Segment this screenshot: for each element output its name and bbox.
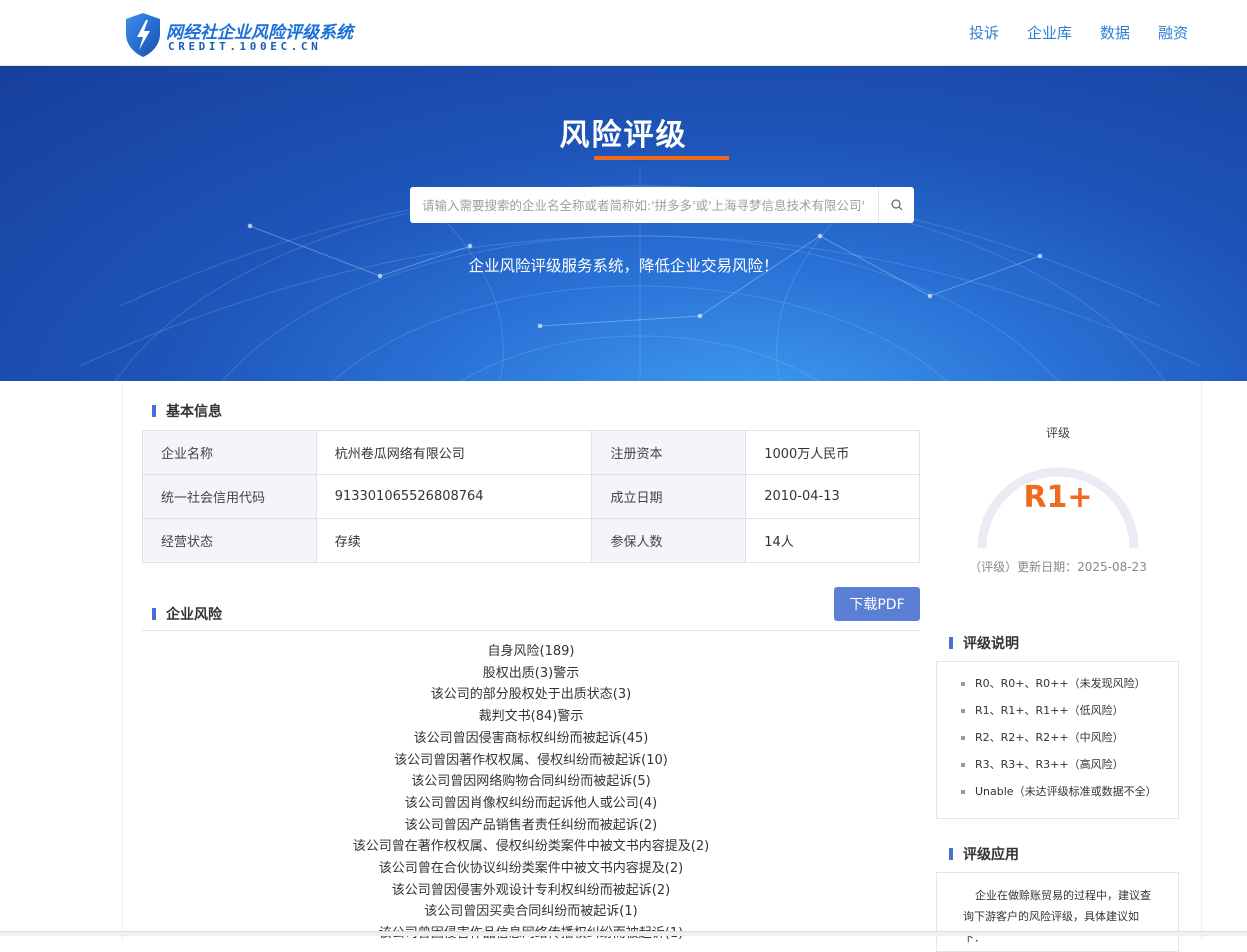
- list-item: 该公司曾在著作权权属、侵权纠纷类案件中被文书内容提及(2): [352, 839, 710, 855]
- title-underline: [594, 156, 729, 160]
- rating-value: R1+: [1023, 480, 1093, 515]
- nav-company-library[interactable]: 企业库: [1027, 22, 1072, 43]
- banner-slogan: 企业风险评级服务系统，降低企业交易风险！: [468, 257, 779, 275]
- table-key: 参保人数: [591, 518, 747, 563]
- main-nav: 投诉 企业库 数据 融资: [969, 22, 1188, 43]
- legend-title: 评级说明: [963, 636, 1019, 652]
- table-key: 成立日期: [591, 474, 747, 519]
- table-key: 企业名称: [142, 430, 317, 475]
- section-marker: [152, 405, 156, 417]
- table-row: 统一社会信用代码 913301065526808764 成立日期 2010-04…: [142, 474, 920, 519]
- list-item: 自身风险(189): [487, 644, 575, 659]
- list-item: 该公司曾因侵害外观设计专利权纠纷而被起诉(2): [391, 882, 671, 898]
- rating-gauge: 评级 R1+: [968, 420, 1148, 560]
- horizontal-scrollbar[interactable]: [0, 931, 1247, 936]
- basic-info-heading: 基本信息: [152, 401, 222, 421]
- table-row: 经营状态 存续 参保人数 14人: [142, 518, 920, 563]
- logo-english-text: CREDIT.100EC.CN: [168, 40, 322, 53]
- list-item: 该公司曾因侵害商标权纠纷而被起诉(45): [413, 730, 649, 746]
- risk-title: 企业风险: [166, 607, 222, 623]
- founding-date-value: 2010-04-13: [745, 474, 920, 519]
- company-name-value: 杭州卷瓜网络有限公司: [315, 430, 593, 475]
- list-item: 股权出质(3)警示: [482, 665, 580, 681]
- divider: [142, 630, 920, 631]
- search-input[interactable]: [410, 187, 878, 223]
- basic-info-title: 基本信息: [166, 404, 222, 420]
- list-item: 该公司曾因网络购物合同纠纷而被起诉(5): [411, 774, 651, 790]
- rating-update-date: （评级）更新日期：2025-08-23: [969, 560, 1147, 574]
- list-item: R2、R2+、R2++（中风险）: [959, 730, 1178, 757]
- list-item: R0、R0+、R0++（未发现风险）: [959, 676, 1178, 703]
- business-status-value: 存续: [315, 518, 593, 563]
- download-pdf-button[interactable]: 下载PDF: [834, 587, 920, 621]
- list-item: 该公司曾因买卖合同纠纷而被起诉(1): [424, 904, 638, 920]
- nav-complaints[interactable]: 投诉: [969, 22, 999, 43]
- registered-capital-value: 1000万人民币: [745, 430, 920, 475]
- rating-legend: R0、R0+、R0++（未发现风险） R1、R1+、R1++（低风险） R2、R…: [936, 661, 1179, 819]
- table-key: 经营状态: [142, 518, 317, 563]
- top-header: 网经社企业风险评级系统 CREDIT.100EC.CN 投诉 企业库 数据 融资: [0, 0, 1247, 66]
- list-item: Unable（未达评级标准或数据不全）: [959, 784, 1178, 811]
- application-heading: 评级应用: [949, 844, 1019, 864]
- nav-financing[interactable]: 融资: [1158, 22, 1188, 43]
- insured-count-value: 14人: [745, 518, 920, 563]
- risk-heading: 企业风险: [152, 604, 222, 624]
- hero-banner: 风险评级 企业风险评级服务系统，降低企业交易风险！: [0, 66, 1247, 381]
- legend-heading: 评级说明: [949, 633, 1019, 653]
- risk-list: 自身风险(189) 股权出质(3)警示 该公司的部分股权处于出质状态(3) 裁判…: [142, 641, 920, 945]
- application-title: 评级应用: [963, 847, 1019, 863]
- section-marker: [949, 848, 953, 860]
- list-item: 该公司曾因产品销售者责任纠纷而被起诉(2): [404, 817, 658, 833]
- rating-label: 评级: [1045, 426, 1070, 440]
- section-marker: [152, 608, 156, 620]
- list-item: 该公司曾在合伙协议纠纷类案件中被文书内容提及(2): [378, 861, 684, 877]
- shield-logo-icon: [126, 13, 160, 57]
- list-item: 裁判文书(84)警示: [478, 709, 584, 725]
- basic-info-table: 企业名称 杭州卷瓜网络有限公司 注册资本 1000万人民币 统一社会信用代码 9…: [142, 430, 920, 563]
- list-item: R3、R3+、R3++（高风险）: [959, 757, 1178, 784]
- search-icon: [890, 199, 902, 211]
- list-item: 该公司曾因著作权权属、侵权纠纷而被起诉(10): [394, 752, 668, 768]
- list-item: R1、R1+、R1++（低风险）: [959, 703, 1178, 730]
- table-key: 统一社会信用代码: [142, 474, 317, 519]
- search-box: [410, 187, 914, 223]
- site-logo[interactable]: 网经社企业风险评级系统 CREDIT.100EC.CN: [124, 12, 354, 58]
- table-row: 企业名称 杭州卷瓜网络有限公司 注册资本 1000万人民币: [142, 430, 920, 475]
- nav-data[interactable]: 数据: [1100, 22, 1130, 43]
- section-marker: [949, 637, 953, 649]
- table-key: 注册资本: [591, 430, 747, 475]
- rating-application-text: 企业在做赊账贸易的过程中，建议查询下游客户的风险评级，具体建议如下：: [936, 872, 1179, 952]
- list-item: 该公司曾因肖像权纠纷而起诉他人或公司(4): [404, 795, 658, 811]
- page-title: 风险评级: [559, 118, 688, 153]
- credit-code-value: 913301065526808764: [315, 474, 593, 519]
- list-item: 该公司的部分股权处于出质状态(3): [430, 687, 632, 703]
- search-button[interactable]: [878, 187, 914, 223]
